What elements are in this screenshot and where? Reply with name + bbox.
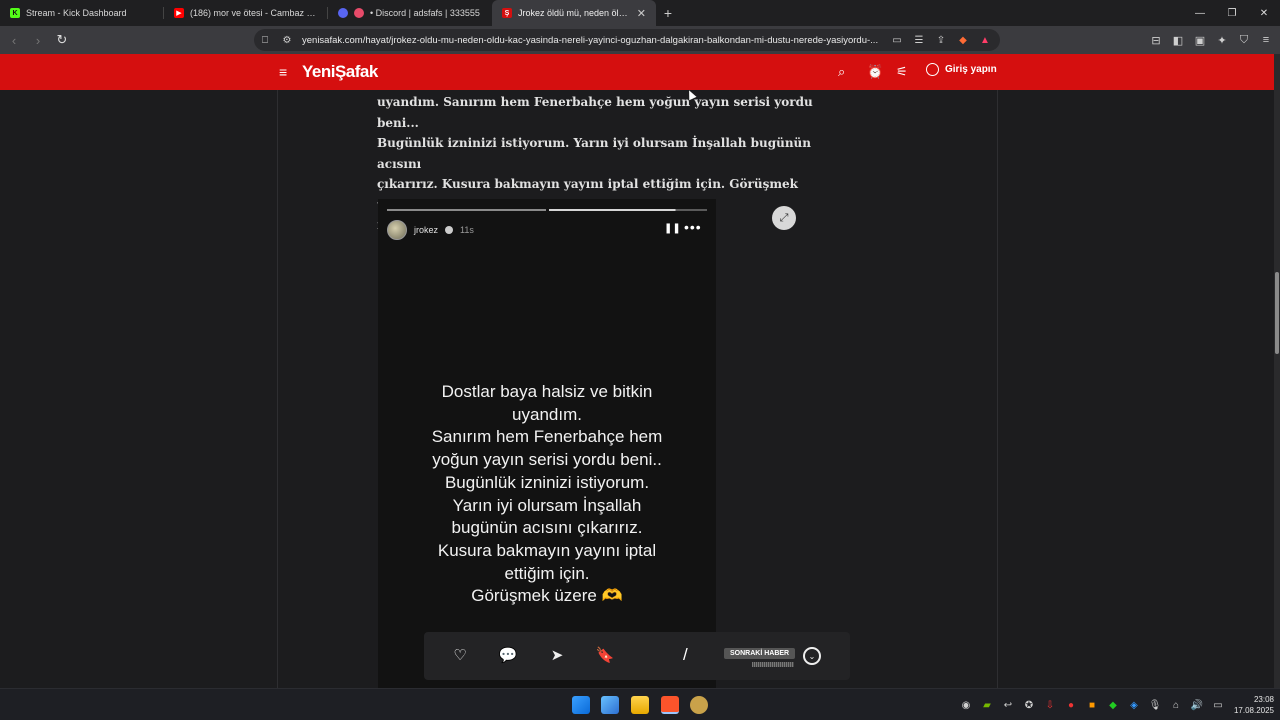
- comment-icon[interactable]: 💬: [498, 646, 518, 664]
- bookmark-icon[interactable]: ⎕: [258, 35, 272, 46]
- cast-icon[interactable]: ▭: [890, 35, 904, 46]
- tray-app-icon[interactable]: ↩: [1000, 697, 1016, 713]
- sidebar-icon[interactable]: ◧: [1170, 30, 1186, 50]
- login-label: Giriş yapın: [945, 64, 997, 75]
- system-tray: ◉ ▰ ↩ ✪ ⇩ ● ■ ◆ ◈ 🎙 ⌂ 🔊 ▭: [958, 697, 1226, 713]
- tray-app-icon[interactable]: ◈: [1126, 697, 1142, 713]
- menu-icon[interactable]: ≡: [1258, 30, 1274, 50]
- story-message: Dostlar baya halsiz ve bitkin uyandım. S…: [431, 382, 663, 606]
- windows-taskbar: ◉ ▰ ↩ ✪ ⇩ ● ■ ◆ ◈ 🎙 ⌂ 🔊 ▭ 23:08 17.08.20…: [0, 688, 1280, 720]
- back-icon[interactable]: ‹: [4, 30, 24, 50]
- divider-slash: /: [683, 645, 688, 664]
- tab-yenisafak[interactable]: Ş Jrokez öldü mü, neden öldü, kaç ✕: [492, 0, 656, 26]
- site-info-icon[interactable]: ⚙: [280, 35, 294, 46]
- avatar[interactable]: [387, 220, 407, 240]
- next-news-progress: [752, 662, 794, 667]
- page-scrollbar[interactable]: [1274, 54, 1280, 688]
- clock-date: 17.08.2025: [1233, 706, 1274, 715]
- story-user: jrokez 11s: [387, 220, 474, 240]
- screen: K Stream - Kick Dashboard ▶ (186) mor ve…: [0, 0, 1280, 720]
- kick-icon: K: [10, 8, 20, 18]
- new-tab-button[interactable]: +: [656, 0, 680, 26]
- instagram-story-embed: jrokez 11s ❚❚ ••• Dostlar baya halsiz ve…: [378, 199, 716, 688]
- tray-app-icon[interactable]: ■: [1084, 697, 1100, 713]
- user-icon: [926, 63, 939, 76]
- hamburger-menu-icon[interactable]: ≡: [279, 64, 287, 80]
- reload-icon[interactable]: ↻: [52, 30, 72, 50]
- share-send-icon[interactable]: ➤: [547, 646, 567, 664]
- network-icon[interactable]: ⌂: [1168, 697, 1184, 713]
- close-tab-icon[interactable]: ✕: [637, 7, 646, 20]
- site-header: ≡ YeniŞafak ⌕ ⏰ ⚟ Giriş yapın: [0, 54, 1274, 90]
- tray-app-icon[interactable]: ◉: [958, 697, 974, 713]
- tab-title: Stream - Kick Dashboard: [26, 8, 127, 18]
- tab-youtube[interactable]: ▶ (186) mor ve ötesi - Cambaz (Official: [164, 0, 328, 26]
- share-icon[interactable]: ⇪: [934, 35, 948, 46]
- notification-bell-icon[interactable]: ⏰: [867, 64, 883, 80]
- app-icon[interactable]: [690, 696, 708, 714]
- page-content: uyandım. Sanırım hem Fenerbahçe hem yoğu…: [0, 88, 1274, 688]
- youtube-icon: ▶: [174, 8, 184, 18]
- more-options-icon[interactable]: •••: [684, 219, 702, 235]
- discord-icon: [338, 8, 348, 18]
- leo-ai-icon[interactable]: ✦: [1214, 30, 1230, 50]
- tray-app-icon[interactable]: ✪: [1021, 697, 1037, 713]
- tab-kick-dashboard[interactable]: K Stream - Kick Dashboard: [0, 0, 164, 26]
- vpn-icon[interactable]: ⛉: [1236, 30, 1252, 50]
- record-icon: [354, 8, 364, 18]
- story-progress-bars: [387, 209, 707, 211]
- tab-search-icon[interactable]: ⊟: [1148, 30, 1164, 50]
- login-button[interactable]: Giriş yapın: [926, 63, 997, 76]
- article-line: uyandım. Sanırım hem Fenerbahçe hem yoğu…: [377, 95, 813, 130]
- brave-rewards-icon[interactable]: ▲: [978, 35, 992, 46]
- story-time: 11s: [460, 225, 474, 235]
- next-news-button[interactable]: SONRAKİ HABER: [724, 648, 796, 659]
- close-window-icon[interactable]: ✕: [1248, 0, 1280, 26]
- story-username[interactable]: jrokez: [414, 225, 438, 235]
- photos-app-icon[interactable]: [601, 696, 619, 714]
- microphone-icon[interactable]: 🎙: [1147, 697, 1163, 713]
- minimize-icon[interactable]: —: [1184, 0, 1216, 26]
- wallet-icon[interactable]: ▣: [1192, 30, 1208, 50]
- bookmark-save-icon[interactable]: 🔖: [595, 646, 615, 664]
- clock-time: 23:08: [1253, 695, 1274, 704]
- start-windows-icon[interactable]: [572, 696, 590, 714]
- record-icon[interactable]: ●: [1063, 697, 1079, 713]
- browser-tab-strip: K Stream - Kick Dashboard ▶ (186) mor ve…: [0, 0, 1280, 26]
- search-icon[interactable]: ⌕: [838, 64, 845, 80]
- window-controls: — ❐ ✕: [1184, 0, 1280, 26]
- brave-shields-icon[interactable]: ◆: [956, 35, 970, 46]
- forward-icon[interactable]: ›: [28, 30, 48, 50]
- tab-discord[interactable]: • Discord | adsfafs | 333555: [328, 0, 492, 26]
- chevron-down-icon[interactable]: ⌄: [803, 647, 821, 665]
- tray-app-icon[interactable]: ◆: [1105, 697, 1121, 713]
- address-bar[interactable]: ⎕ ⚙ yenisafak.com/hayat/jrokez-oldu-mu-n…: [254, 29, 1000, 51]
- pause-icon[interactable]: ❚❚: [664, 223, 681, 234]
- nvidia-icon[interactable]: ▰: [979, 697, 995, 713]
- volume-icon[interactable]: 🔊: [1189, 697, 1205, 713]
- tab-title: Jrokez öldü mü, neden öldü, kaç: [518, 8, 631, 18]
- url-text: yenisafak.com/hayat/jrokez-oldu-mu-neden…: [302, 34, 879, 46]
- settings-sliders-icon[interactable]: ⚟: [896, 64, 908, 80]
- site-logo[interactable]: YeniŞafak: [302, 62, 378, 82]
- story-progress-segment: [387, 209, 546, 211]
- yenisafak-icon: Ş: [502, 8, 512, 18]
- tab-title: (186) mor ve ötesi - Cambaz (Official: [190, 8, 318, 18]
- verified-badge-icon: [445, 226, 454, 234]
- file-explorer-icon[interactable]: [631, 696, 649, 714]
- like-heart-icon[interactable]: ♡: [450, 646, 470, 664]
- article-line: Bugünlük izninizi istiyorum. Yarın iyi o…: [377, 136, 812, 171]
- scroll-thumb[interactable]: [1275, 272, 1279, 354]
- story-progress-segment: [548, 209, 707, 211]
- tab-title: • Discord | adsfafs | 333555: [370, 8, 480, 18]
- download-icon[interactable]: ⇩: [1042, 697, 1058, 713]
- brave-browser-icon[interactable]: [661, 696, 679, 714]
- browser-toolbar: ‹ › ↻ ⎕ ⚙ yenisafak.com/hayat/jrokez-old…: [0, 26, 1280, 54]
- browser-actions: ⊟ ◧ ▣ ✦ ⛉ ≡: [1148, 30, 1274, 50]
- taskbar-clock[interactable]: 23:08 17.08.2025: [1222, 694, 1274, 716]
- restore-icon[interactable]: ❐: [1216, 0, 1248, 26]
- reader-icon[interactable]: ☰: [912, 35, 926, 46]
- expand-icon[interactable]: ⤢: [772, 206, 796, 230]
